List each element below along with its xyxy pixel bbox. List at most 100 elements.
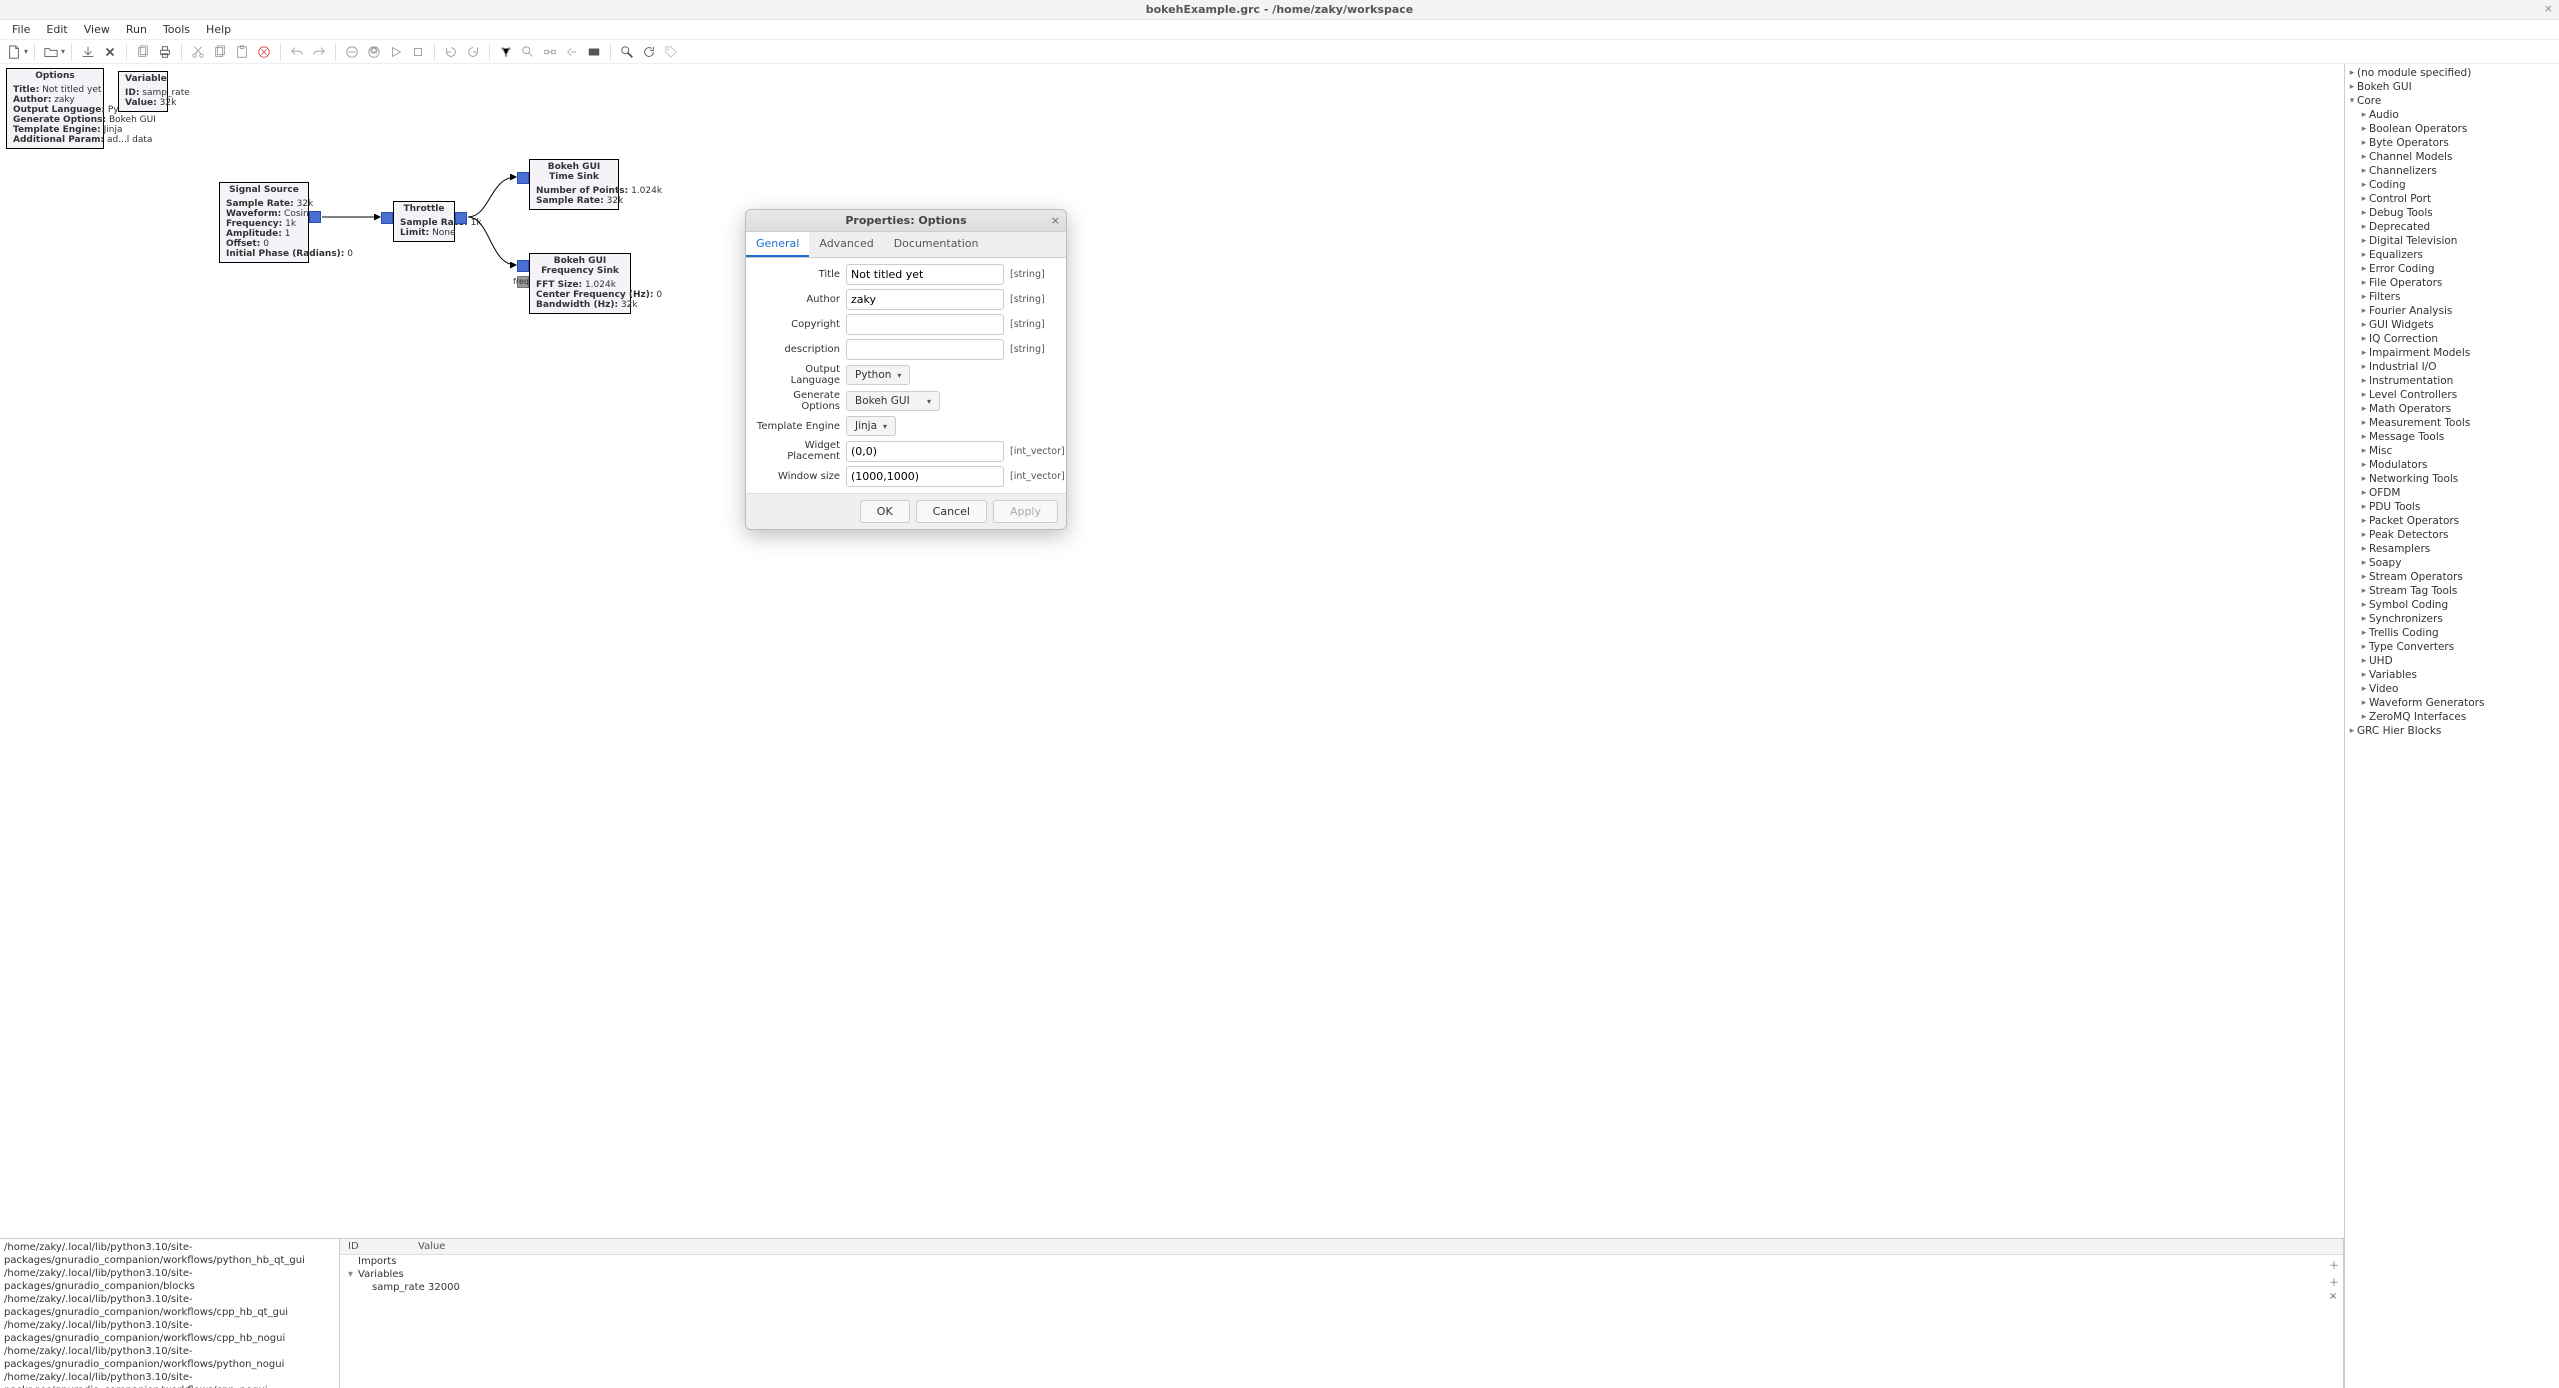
copy-page-icon[interactable] [133,42,153,62]
undo-icon[interactable] [287,42,307,62]
rotate-right-icon[interactable] [463,42,483,62]
varlist-item-samp-rate[interactable]: samp_rate 32000 [340,1281,2343,1294]
sidebar-item-core-child[interactable]: ▸OFDM [2345,486,2559,500]
dialog-close-icon[interactable]: × [1051,214,1060,227]
sidebar-item-core-child[interactable]: ▸Modulators [2345,458,2559,472]
block-options[interactable]: Options Title: Not titled yet Author: za… [6,68,104,149]
sidebar-item-core-child[interactable]: ▸PDU Tools [2345,500,2559,514]
port-out[interactable] [455,212,467,224]
sidebar-item-core-child[interactable]: ▸Synchronizers [2345,612,2559,626]
reload-icon[interactable] [639,42,659,62]
sidebar-item-core-child[interactable]: ▸File Operators [2345,276,2559,290]
port-out[interactable] [309,211,321,223]
sidebar-item-core-child[interactable]: ▸ZeroMQ Interfaces [2345,710,2559,724]
block-freq-sink[interactable]: Bokeh GUI Frequency Sink FFT Size: 1.024… [529,253,631,314]
sidebar-item-core-child[interactable]: ▸Math Operators [2345,402,2559,416]
tab-advanced[interactable]: Advanced [809,232,883,257]
sidebar-item-core-child[interactable]: ▸UHD [2345,654,2559,668]
sidebar-item-core-child[interactable]: ▸Peak Detectors [2345,528,2559,542]
sidebar-item-core-child[interactable]: ▸Impairment Models [2345,346,2559,360]
sidebar-item-core-child[interactable]: ▸Coding [2345,178,2559,192]
sidebar-item-no-module[interactable]: ▸(no module specified) [2345,66,2559,80]
menu-tools[interactable]: Tools [155,21,198,38]
new-file-icon[interactable] [4,42,24,62]
cut-icon[interactable] [188,42,208,62]
block-signal-source[interactable]: Signal Source Sample Rate: 32k Waveform:… [219,182,309,263]
flowgraph-canvas[interactable]: Options Title: Not titled yet Author: za… [0,64,2344,1238]
rotate-left-icon[interactable] [441,42,461,62]
menu-edit[interactable]: Edit [38,21,75,38]
menu-view[interactable]: View [76,21,118,38]
sidebar-item-core-child[interactable]: ▸Byte Operators [2345,136,2559,150]
port-in[interactable] [381,212,393,224]
execute-icon[interactable] [386,42,406,62]
sidebar-item-core-child[interactable]: ▸GUI Widgets [2345,318,2559,332]
tab-documentation[interactable]: Documentation [884,232,989,257]
sidebar-item-core-child[interactable]: ▸Level Controllers [2345,388,2559,402]
new-dropdown-icon[interactable]: ▾ [24,47,28,56]
description-input[interactable] [846,339,1004,360]
sidebar-item-core-child[interactable]: ▸Type Converters [2345,640,2559,654]
copy-icon[interactable] [210,42,230,62]
sidebar-item-core-child[interactable]: ▸Resamplers [2345,542,2559,556]
block-time-sink[interactable]: Bokeh GUI Time Sink Number of Points: 1.… [529,159,619,210]
widget-placement-input[interactable] [846,441,1004,462]
generate-icon[interactable] [364,42,384,62]
sidebar-item-core-child[interactable]: ▸Debug Tools [2345,206,2559,220]
sidebar-item-core-child[interactable]: ▸Message Tools [2345,430,2559,444]
generate-options-dropdown[interactable]: Bokeh GUI▾ [846,391,940,411]
block-throttle[interactable]: Throttle Sample Rate: 1k Limit: None [393,201,455,242]
save-icon[interactable] [78,42,98,62]
sidebar-item-grc-hier[interactable]: ▸GRC Hier Blocks [2345,724,2559,738]
varlist-group-variables[interactable]: ▾Variables [340,1268,2343,1281]
port-in[interactable] [517,172,529,184]
remove-icon[interactable] [342,42,362,62]
delete-icon[interactable] [254,42,274,62]
add-import-icon[interactable]: ＋ [2329,1257,2339,1272]
sidebar-item-core-child[interactable]: ▸Packet Operators [2345,514,2559,528]
menu-file[interactable]: File [4,21,38,38]
window-size-input[interactable] [846,466,1004,487]
redo-icon[interactable] [309,42,329,62]
sidebar-item-core-child[interactable]: ▸Industrial I/O [2345,360,2559,374]
sidebar-item-core-child[interactable]: ▸Measurement Tools [2345,416,2559,430]
output-language-dropdown[interactable]: Python▾ [846,365,910,385]
sidebar-item-core-child[interactable]: ▸Channelizers [2345,164,2559,178]
title-input[interactable] [846,264,1004,285]
sidebar-item-core-child[interactable]: ▸Fourier Analysis [2345,304,2559,318]
tab-general[interactable]: General [746,232,809,257]
menu-run[interactable]: Run [118,21,155,38]
print-icon[interactable] [155,42,175,62]
port-in[interactable] [517,260,529,272]
tag-icon[interactable] [661,42,681,62]
sidebar-item-core-child[interactable]: ▸Video [2345,682,2559,696]
sidebar-item-core-child[interactable]: ▸Instrumentation [2345,374,2559,388]
sidebar-item-core-child[interactable]: ▸Deprecated [2345,220,2559,234]
sidebar-item-core-child[interactable]: ▸Filters [2345,290,2559,304]
tool-b-icon[interactable] [518,42,538,62]
block-variable[interactable]: Variable ID: samp_rate Value: 32k [118,71,168,112]
add-variable-icon[interactable]: ＋ [2329,1274,2339,1289]
varlist-group-imports[interactable]: Imports [340,1255,2343,1268]
sidebar-item-core-child[interactable]: ▸Channel Models [2345,150,2559,164]
sidebar-item-core-child[interactable]: ▸Digital Television [2345,234,2559,248]
sidebar-item-core-child[interactable]: ▸Audio [2345,108,2559,122]
cancel-button[interactable]: Cancel [916,500,987,523]
menu-help[interactable]: Help [198,21,239,38]
sidebar-item-core-child[interactable]: ▸Variables [2345,668,2559,682]
author-input[interactable] [846,289,1004,310]
ok-button[interactable]: OK [860,500,910,523]
sidebar-item-core-child[interactable]: ▸Boolean Operators [2345,122,2559,136]
tool-a-icon[interactable] [496,42,516,62]
sidebar-item-core-child[interactable]: ▸IQ Correction [2345,332,2559,346]
tool-d-icon[interactable] [562,42,582,62]
tool-c-icon[interactable] [540,42,560,62]
sidebar-item-core[interactable]: ▾Core [2345,94,2559,108]
sidebar-item-core-child[interactable]: ▸Networking Tools [2345,472,2559,486]
close-icon[interactable] [100,42,120,62]
remove-variable-icon[interactable]: × [2329,1291,2339,1302]
open-dropdown-icon[interactable]: ▾ [61,47,65,56]
dialog-titlebar[interactable]: Properties: Options × [746,210,1066,232]
sidebar-item-core-child[interactable]: ▸Misc [2345,444,2559,458]
tool-e-icon[interactable] [584,42,604,62]
